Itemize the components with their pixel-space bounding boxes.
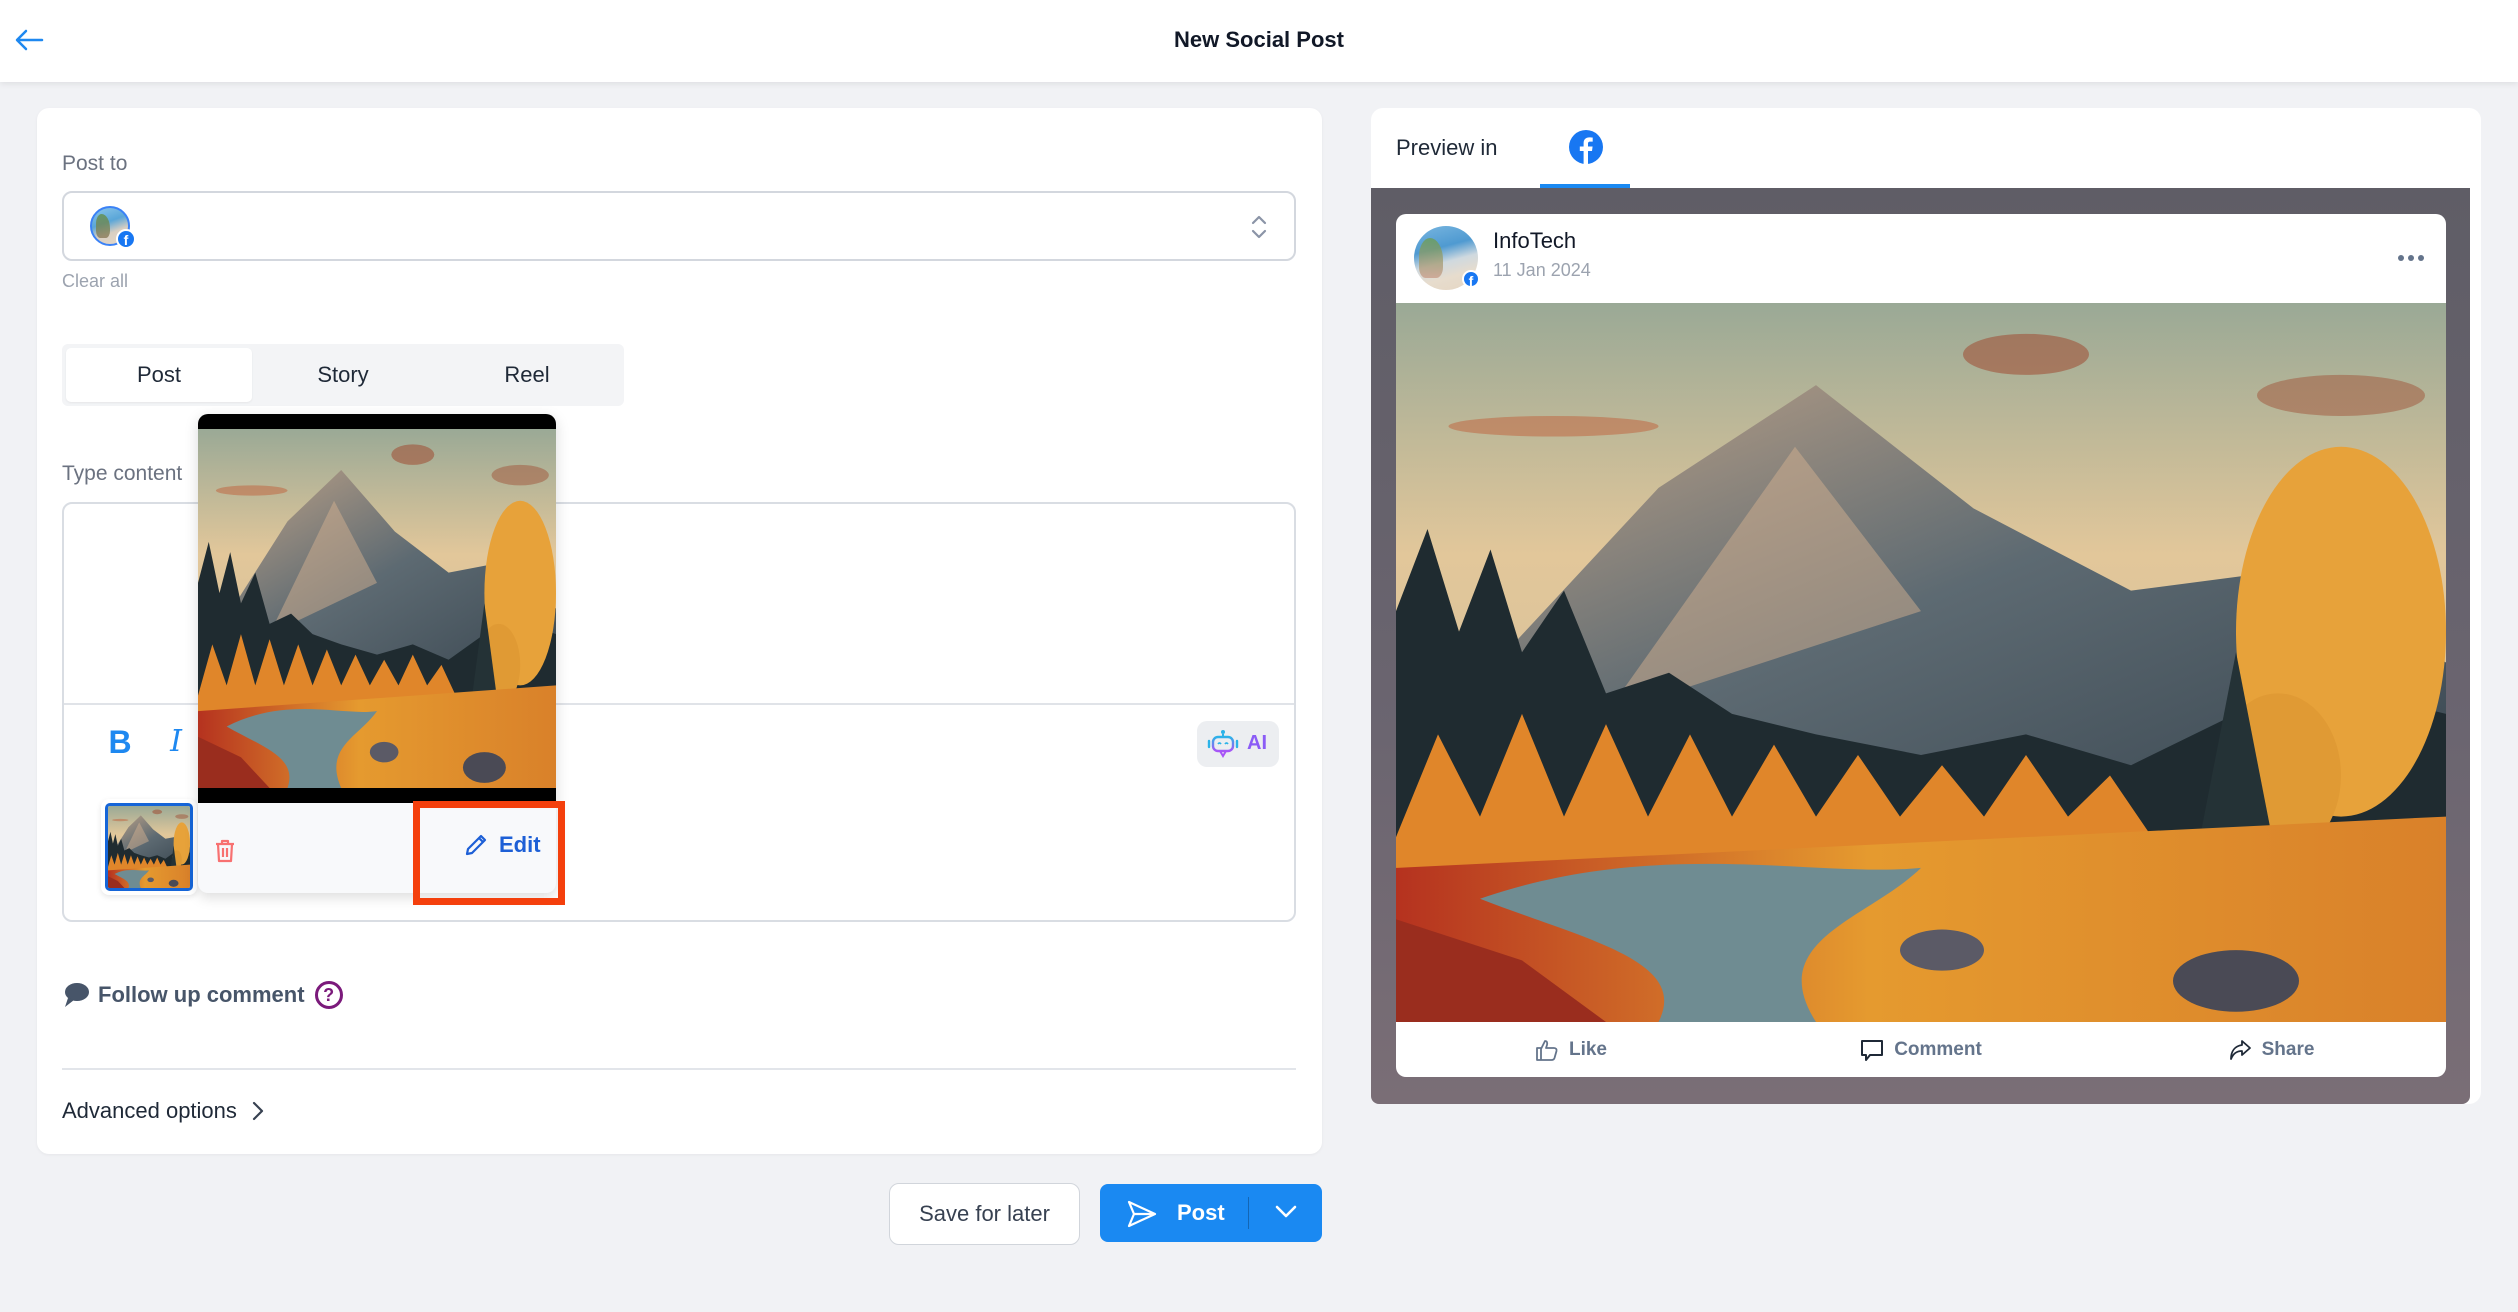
media-thumbnail-image [108,806,190,888]
landscape-image [198,429,556,788]
account-select[interactable]: f [62,191,1296,261]
tab-story[interactable]: Story [250,348,436,402]
content-label: Type content [62,462,183,485]
like-button[interactable]: Like [1396,1022,1746,1077]
thumbs-up-icon [1536,1039,1558,1061]
post-label: Post [1177,1200,1225,1225]
post-date: 11 Jan 2024 [1493,260,1591,280]
preview-in-label: Preview in [1396,135,1498,160]
preview-tab-facebook[interactable] [1540,108,1630,188]
edit-label: Edit [499,832,541,857]
follow-up-comment[interactable]: Follow up comment ? [62,978,343,1012]
advanced-options-toggle[interactable]: Advanced options [62,1098,265,1124]
send-icon [1127,1200,1157,1228]
facebook-icon [1569,130,1603,164]
post-to-label: Post to [62,152,128,175]
post-actions-bar: Like Comment Share [1396,1022,2446,1077]
post-button[interactable]: Post [1100,1184,1250,1242]
post-type-tabs: Post Story Reel [62,344,624,406]
media-preview-popover: Edit [198,414,556,893]
more-options-icon[interactable] [2396,252,2426,264]
media-preview-image [198,414,556,803]
share-label: Share [2261,1038,2315,1060]
follow-up-label: Follow up comment [98,982,305,1007]
post-button-group: Post [1100,1184,1322,1242]
media-thumbnail[interactable] [101,799,197,895]
comment-icon [1861,1039,1884,1061]
robot-icon [1207,730,1239,758]
pencil-icon [465,834,487,856]
chevron-down-icon [1275,1205,1297,1218]
chevron-updown-icon [1251,215,1267,239]
facebook-post-preview: f InfoTech 11 Jan 2024 Like Comment Shar… [1396,214,2446,1077]
speech-bubble-icon [65,983,89,1007]
clear-all-link[interactable]: Clear all [62,271,128,292]
tab-reel[interactable]: Reel [434,348,620,402]
tab-post[interactable]: Post [66,348,252,402]
post-account-name: InfoTech [1493,228,1577,253]
facebook-badge-icon: f [116,229,136,249]
section-divider [62,1068,1296,1070]
bold-button[interactable]: B [102,724,138,760]
advanced-options-label: Advanced options [62,1098,237,1123]
share-button[interactable]: Share [2096,1022,2446,1077]
post-image [1396,303,2446,1022]
edit-media-button[interactable]: Edit [463,832,541,858]
page-title: New Social Post [1174,27,1344,52]
preview-card: Preview in f InfoTech 11 Jan 2024 Like C… [1371,108,2481,1104]
post-button-separator [1248,1197,1249,1229]
preview-canvas: f InfoTech 11 Jan 2024 Like Comment Shar… [1371,188,2470,1104]
ai-label: AI [1247,732,1267,754]
share-icon [2229,1039,2251,1060]
save-for-later-button[interactable]: Save for later [889,1183,1080,1245]
facebook-badge-icon: f [1462,270,1480,289]
italic-button[interactable]: I [158,724,194,760]
chevron-right-icon [252,1101,264,1121]
comment-button[interactable]: Comment [1746,1022,2096,1077]
top-header: New Social Post [0,0,2518,82]
comment-label: Comment [1894,1038,1982,1060]
post-options-dropdown[interactable] [1250,1184,1322,1242]
help-icon[interactable]: ? [314,981,343,1009]
ai-assist-button[interactable]: AI [1197,721,1279,767]
like-label: Like [1568,1038,1608,1060]
trash-icon[interactable] [214,838,236,864]
